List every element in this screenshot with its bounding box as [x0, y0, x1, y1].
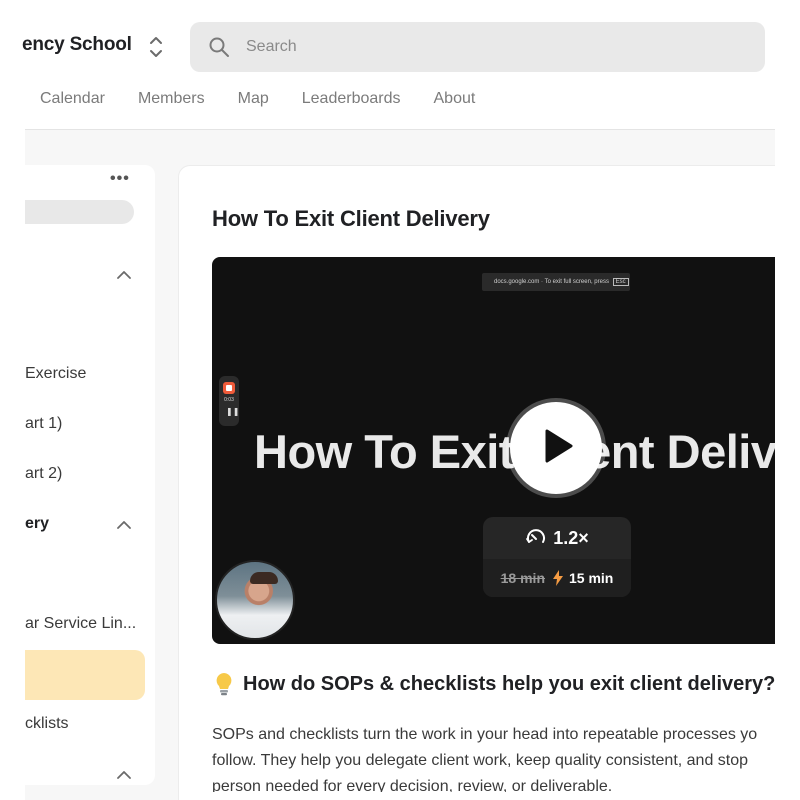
esc-key-hint: Esc: [612, 278, 629, 286]
playback-speed-panel[interactable]: 1.2× 18 min 15 min: [483, 517, 631, 597]
presenter-hair: [250, 572, 278, 584]
course-progress-bar: [25, 200, 134, 224]
speed-icon: [526, 529, 546, 543]
section-heading: How do SOPs & checklists help you exit c…: [215, 672, 775, 696]
search-bar[interactable]: [190, 22, 765, 72]
video-player[interactable]: docs.google.com · To exit full screen, p…: [212, 257, 775, 644]
chevron-up-icon[interactable]: [116, 270, 132, 280]
video-fullscreen-notice: docs.google.com · To exit full screen, p…: [482, 273, 630, 291]
nav-members[interactable]: Members: [138, 90, 205, 108]
top-header: ency School Calendar Members Map Leaderb…: [0, 0, 800, 130]
main-nav: Calendar Members Map Leaderboards About: [40, 90, 508, 108]
recording-time: 0:03: [224, 397, 234, 403]
more-options-icon[interactable]: •••: [110, 170, 130, 188]
school-name[interactable]: ency School: [22, 34, 132, 56]
switcher-icon[interactable]: [145, 33, 167, 61]
sidebar-lesson-exercise[interactable]: Exercise: [25, 365, 86, 383]
body-line: person needed for every decision, review…: [212, 778, 613, 792]
lightbulb-icon: [216, 673, 232, 696]
original-duration: 18 min: [500, 570, 545, 586]
speed-setting[interactable]: 1.2×: [483, 517, 631, 559]
sidebar-lesson-part-2[interactable]: art 2): [25, 465, 62, 483]
lesson-body-text: SOPs and checklists turn the work in you…: [212, 722, 775, 792]
stop-recording-icon[interactable]: [223, 382, 235, 394]
search-input[interactable]: [246, 38, 726, 56]
adjusted-duration: 15 min: [569, 570, 614, 586]
bolt-icon: [553, 570, 563, 586]
search-icon: [209, 37, 229, 57]
chevron-up-icon[interactable]: [116, 520, 132, 530]
sidebar-lesson-service-line[interactable]: ar Service Lin...: [25, 615, 136, 633]
duration-savings: 18 min 15 min: [483, 559, 631, 597]
nav-calendar[interactable]: Calendar: [40, 90, 105, 108]
fullscreen-notice-text: docs.google.com · To exit full screen, p…: [494, 279, 609, 285]
sidebar-lesson-checklists[interactable]: cklists: [25, 715, 69, 733]
body-line: follow. They help you delegate client wo…: [212, 752, 749, 769]
nav-leaderboards[interactable]: Leaderboards: [302, 90, 401, 108]
chevron-up-icon[interactable]: [116, 770, 132, 780]
pause-icon[interactable]: ❚❚: [226, 407, 239, 416]
body-line: SOPs and checklists turn the work in you…: [212, 726, 758, 743]
nav-about[interactable]: About: [434, 90, 476, 108]
sidebar-lesson-active[interactable]: [25, 650, 145, 700]
play-icon: [545, 429, 573, 463]
recording-controls[interactable]: 0:03 ❚❚: [219, 376, 239, 426]
presenter-avatar: [215, 560, 295, 640]
sidebar-lesson-part-1[interactable]: art 1): [25, 415, 62, 433]
nav-map[interactable]: Map: [238, 90, 269, 108]
play-button[interactable]: [510, 402, 602, 494]
lesson-title: How To Exit Client Delivery: [212, 206, 490, 231]
speed-value: 1.2×: [553, 527, 589, 548]
sidebar-module-delivery[interactable]: ery: [25, 515, 49, 533]
section-heading-text: How do SOPs & checklists help you exit c…: [243, 672, 776, 695]
